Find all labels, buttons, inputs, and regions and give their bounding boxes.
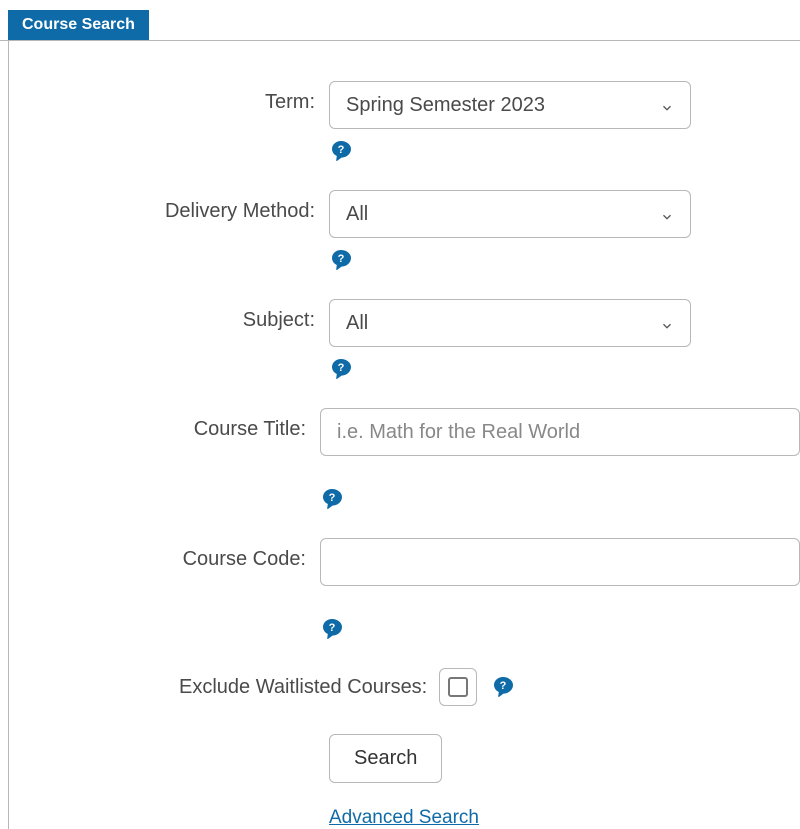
course-code-input[interactable] [320, 538, 800, 586]
course-title-input[interactable] [320, 408, 800, 456]
delivery-method-label: Delivery Method: [9, 190, 329, 223]
delivery-method-select-value: All [346, 203, 368, 226]
term-select-value: Spring Semester 2023 [346, 94, 545, 117]
help-icon[interactable] [329, 357, 353, 381]
subject-label: Subject: [9, 299, 329, 332]
exclude-waitlisted-checkbox[interactable] [439, 668, 477, 706]
advanced-search-link[interactable]: Advanced Search [329, 807, 800, 829]
help-icon[interactable] [329, 139, 353, 163]
delivery-method-select[interactable]: All [329, 190, 691, 238]
course-code-label: Course Code: [9, 538, 320, 571]
chevron-down-icon [660, 316, 674, 330]
checkbox-inner [448, 677, 468, 697]
subject-select-value: All [346, 312, 368, 335]
tab-course-search[interactable]: Course Search [8, 10, 149, 40]
term-label: Term: [9, 81, 329, 114]
chevron-down-icon [660, 207, 674, 221]
help-icon[interactable] [491, 675, 515, 699]
help-icon[interactable] [320, 617, 344, 641]
course-title-label: Course Title: [9, 408, 320, 441]
search-form-panel: Term: Spring Semester 2023 Delivery Meth… [8, 41, 800, 829]
search-button[interactable]: Search [329, 734, 442, 783]
subject-select[interactable]: All [329, 299, 691, 347]
exclude-waitlisted-label: Exclude Waitlisted Courses: [179, 676, 427, 699]
chevron-down-icon [660, 98, 674, 112]
term-select[interactable]: Spring Semester 2023 [329, 81, 691, 129]
help-icon[interactable] [329, 248, 353, 272]
help-icon[interactable] [320, 487, 344, 511]
